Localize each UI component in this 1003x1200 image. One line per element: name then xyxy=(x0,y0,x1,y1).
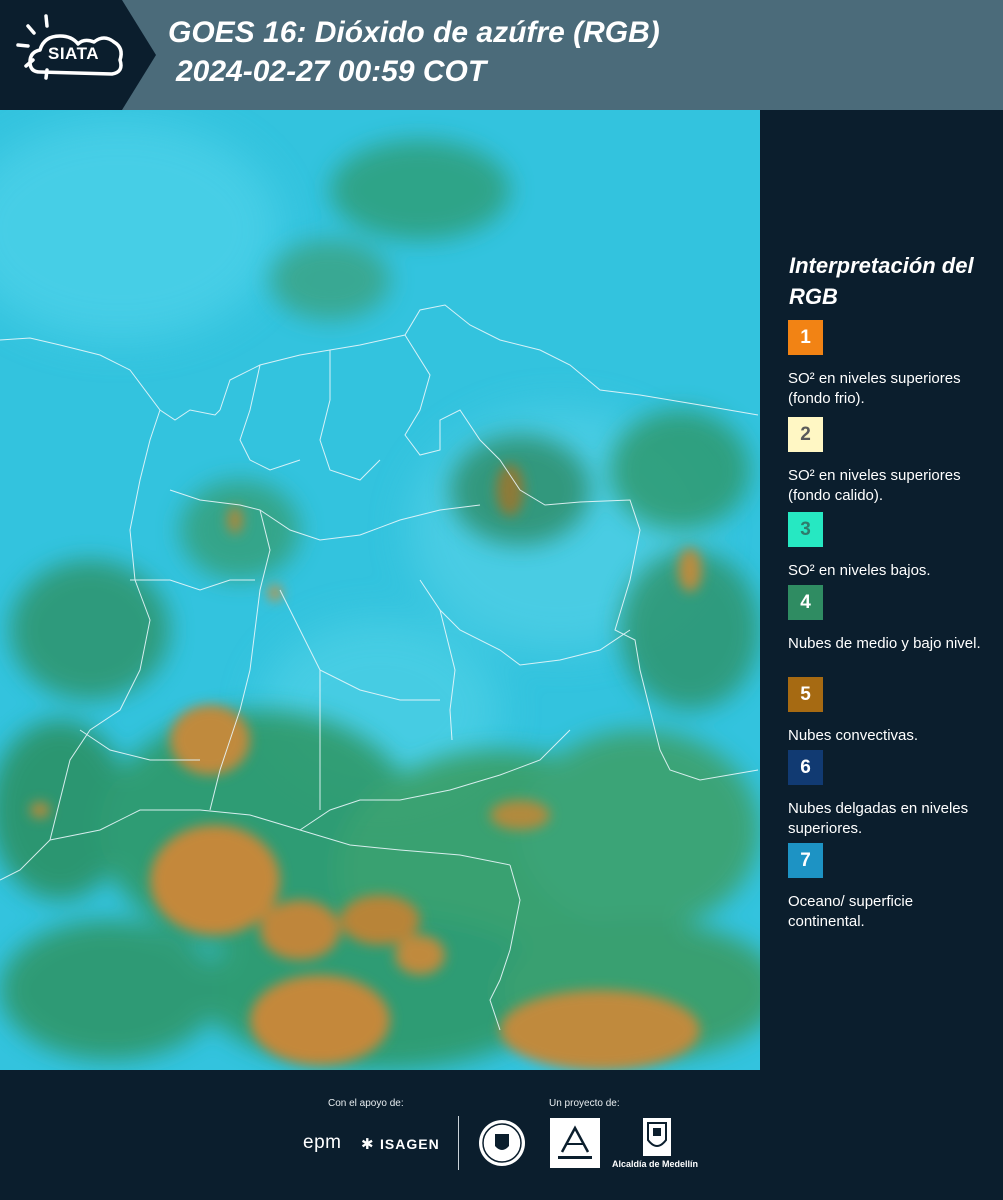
legend-item-5: 5 Nubes convectivas. xyxy=(788,677,993,746)
project-caption: Un proyecto de: xyxy=(549,1098,620,1109)
alcaldia-label: Alcaldía de Medellín xyxy=(612,1159,699,1169)
rgb-legend: Interpretación del RGB 1 SO² en niveles … xyxy=(760,110,1003,1070)
legend-label-1: SO² en niveles superiores (fondo frio). xyxy=(788,370,961,407)
siata-logo: SIATA xyxy=(0,0,156,110)
legend-swatch-2: 2 xyxy=(788,417,823,452)
legend-number-1: 1 xyxy=(800,326,811,348)
legend-title: Interpretación del RGB xyxy=(789,253,974,309)
legend-swatch-3: 3 xyxy=(788,512,823,547)
isagen-mark-icon: ✱ xyxy=(361,1136,374,1153)
area-metropolitana-logo-icon xyxy=(550,1118,600,1168)
legend-number-7: 7 xyxy=(800,849,811,871)
legend-label-2: SO² en niveles superiores (fondo calido)… xyxy=(788,467,961,504)
legend-label-6: Nubes delgadas en niveles superiores. xyxy=(788,800,969,837)
legend-swatch-5: 5 xyxy=(788,677,823,712)
legend-swatch-6: 6 xyxy=(788,750,823,785)
legend-number-6: 6 xyxy=(800,756,811,778)
legend-swatch-1: 1 xyxy=(788,320,823,355)
page-timestamp: 2024-02-27 00:59 COT xyxy=(176,55,487,88)
legend-item-7: 7 Oceano/ superficie continental. xyxy=(788,843,993,932)
legend-item-3: 3 SO² en niveles bajos. xyxy=(788,512,993,581)
legend-label-4: Nubes de medio y bajo nivel. xyxy=(788,635,981,652)
isagen-logo: ISAGEN xyxy=(380,1136,440,1152)
legend-swatch-7: 7 xyxy=(788,843,823,878)
support-caption: Con el apoyo de: xyxy=(328,1098,404,1109)
legend-item-4: 4 Nubes de medio y bajo nivel. xyxy=(788,585,993,654)
alcaldia-shield-icon xyxy=(643,1118,671,1156)
logo-text: SIATA xyxy=(48,44,99,63)
legend-label-5: Nubes convectivas. xyxy=(788,727,919,744)
legend-swatch-4: 4 xyxy=(788,585,823,620)
header-bar: SIATA GOES 16: Dióxido de azúfre (RGB) 2… xyxy=(0,0,1003,110)
footer-divider xyxy=(458,1116,459,1170)
legend-label-3: SO² en niveles bajos. xyxy=(788,562,931,579)
legend-number-4: 4 xyxy=(800,591,811,613)
page-title: GOES 16: Dióxido de azúfre (RGB) xyxy=(168,16,660,49)
epm-logo: epm xyxy=(303,1132,342,1153)
legend-item-1: 1 SO² en niveles superiores (fondo frio)… xyxy=(788,320,993,409)
legend-item-6: 6 Nubes delgadas en niveles superiores. xyxy=(788,750,993,839)
legend-number-2: 2 xyxy=(800,423,811,445)
legend-item-2: 2 SO² en niveles superiores (fondo calid… xyxy=(788,417,993,506)
medellin-seal-icon xyxy=(479,1120,525,1166)
legend-number-5: 5 xyxy=(800,683,811,705)
legend-number-3: 3 xyxy=(800,518,811,540)
footer: Con el apoyo de: Un proyecto de: epm ✱ I… xyxy=(0,1070,1003,1200)
satellite-map xyxy=(0,110,760,1070)
legend-label-7: Oceano/ superficie continental. xyxy=(788,893,914,930)
